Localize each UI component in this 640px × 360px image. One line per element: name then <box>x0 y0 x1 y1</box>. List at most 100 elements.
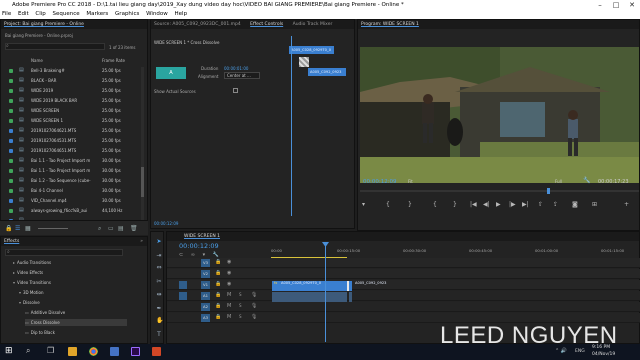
pen-tool-icon[interactable]: ✒ <box>156 306 162 312</box>
step-back-icon[interactable]: ◀| <box>483 201 490 208</box>
track-label[interactable]: A2 <box>201 303 210 311</box>
premiere-taskbar-icon[interactable] <box>131 347 140 356</box>
track-lock-icon[interactable]: 🔒 <box>215 314 221 320</box>
eye-icon[interactable]: ◉ <box>227 270 231 276</box>
list-item[interactable]: ▤ 20191027064651.MTS 25.00 fps <box>1 147 141 155</box>
track-lock-icon[interactable]: 🔒 <box>215 292 221 298</box>
solo-button[interactable]: S <box>239 303 242 308</box>
timeline-ruler[interactable]: 00:00 00:00:15:00 00:00:30:00 00:00:45:00 00… <box>271 248 639 256</box>
language-indicator[interactable]: ENG <box>575 349 585 354</box>
powerpoint-icon[interactable] <box>152 347 161 356</box>
menu-file[interactable]: File <box>2 11 11 17</box>
list-item[interactable]: ▤ WIDE 2019 BLACK BAR 25.00 fps <box>1 97 141 105</box>
list-item[interactable]: ▤ 20191027064621.MTS 25.00 fps <box>1 127 141 135</box>
list-item[interactable]: ▤ Bai 1.1 - Tao Project Import m 30.00 fps <box>1 167 141 175</box>
track-label[interactable]: V1 <box>201 281 210 289</box>
track-lock-icon[interactable]: 🔒 <box>215 270 221 276</box>
clip-v1-a[interactable]: fx A005_C028_0929T0_0 <box>272 281 347 291</box>
icon-view-icon[interactable]: ▦ <box>25 225 31 232</box>
mark-out-icon[interactable]: } <box>408 201 412 208</box>
clip-a-bar[interactable]: A005_C028_0929T0_0 <box>289 46 334 54</box>
button-editor-icon[interactable]: ⊞ <box>592 201 597 208</box>
transition-bar[interactable] <box>299 57 309 67</box>
show-actual-sources-checkbox[interactable] <box>233 88 238 93</box>
track-label[interactable]: A3 <box>201 314 210 322</box>
step-forward-icon[interactable]: |▶ <box>509 201 516 208</box>
list-item[interactable]: ▤ Bai 1.1 - Tao Project Import m 30.00 fps <box>1 157 141 165</box>
menu-clip[interactable]: Clip <box>35 11 45 17</box>
list-item[interactable]: ▤ BLACK - BAR 25.00 fps <box>1 77 141 85</box>
effects-tree-item[interactable]: ▸ Audio Transitions <box>13 259 51 266</box>
go-to-out-icon[interactable]: ▶| <box>522 201 529 208</box>
in-point-icon[interactable]: { <box>433 201 437 208</box>
menu-markers[interactable]: Markers <box>86 11 108 17</box>
effects-tree-item[interactable]: ▾ Video Transitions <box>13 279 51 286</box>
tab-sequence[interactable]: WIDE SCREEN 1 <box>184 234 220 239</box>
extract-icon[interactable]: ⇪ <box>553 201 558 208</box>
task-view-icon[interactable]: ❐ <box>47 346 54 355</box>
timeline-timecode[interactable]: 00:00:12:09 <box>179 242 219 250</box>
quality-select[interactable]: Full <box>555 178 575 185</box>
slip-tool-icon[interactable]: ⇹ <box>156 292 162 298</box>
add-icon[interactable]: + <box>624 201 629 208</box>
ec-playhead[interactable] <box>291 36 292 216</box>
track-label[interactable]: A1 <box>201 292 210 300</box>
source-patch[interactable] <box>179 303 187 311</box>
play-icon[interactable]: ▶ <box>496 201 501 208</box>
mic-icon[interactable]: 🎙 <box>251 314 257 320</box>
lift-icon[interactable]: ⇧ <box>538 201 543 208</box>
tab-project[interactable]: Project: Bai giang Premiere - Online <box>4 22 84 27</box>
effects-search-input[interactable] <box>5 249 123 256</box>
menu-graphics[interactable]: Graphics <box>115 11 139 17</box>
menu-edit[interactable]: Edit <box>18 11 29 17</box>
project-search-input[interactable] <box>5 43 105 50</box>
tray-icons[interactable]: ⌃ 🔊 <box>555 348 567 354</box>
tab-audio-mixer[interactable]: Audio Track Mixer <box>293 22 333 27</box>
mic-icon[interactable]: 🎙 <box>251 292 257 298</box>
mute-button[interactable]: M <box>227 314 231 320</box>
razor-tool-icon[interactable]: ✂ <box>156 279 162 285</box>
find-icon[interactable]: ⌕ <box>98 225 101 232</box>
new-item-icon[interactable]: ▤ <box>118 225 124 232</box>
track-label[interactable]: V2 <box>201 270 210 278</box>
source-patch[interactable] <box>179 281 187 289</box>
eye-icon[interactable]: ◉ <box>227 259 231 265</box>
menu-sequence[interactable]: Sequence <box>53 11 80 17</box>
task-search-icon[interactable]: ⌕ <box>26 346 30 356</box>
fit-select[interactable]: Fit <box>408 178 428 185</box>
track-lock-icon[interactable]: 🔒 <box>215 281 221 287</box>
selection-tool-icon[interactable]: ➤ <box>156 239 162 245</box>
type-tool-icon[interactable]: T <box>156 332 162 338</box>
audio-clip-a1-a[interactable] <box>272 292 347 302</box>
column-name[interactable]: Name <box>31 58 43 63</box>
trash-icon[interactable]: 🗑 <box>130 225 138 232</box>
list-item[interactable]: ▤ Bell-3 Brakeing# 25.00 fps <box>1 67 141 75</box>
list-item[interactable]: ▤ WIDE SCREEN 25.00 fps <box>1 107 141 115</box>
mute-button[interactable]: M <box>227 303 231 309</box>
list-item[interactable]: ▤ Bai 1.2 - Tao Sequence (cube- 30.00 fps <box>1 177 141 185</box>
program-timecode[interactable]: 00:00:12:09 <box>363 179 397 185</box>
effects-tree-item[interactable]: ▭ Additive Dissolve <box>25 309 65 316</box>
settings-icon[interactable]: 🔧 <box>583 177 590 184</box>
ripple-edit-icon[interactable]: ⇔ <box>156 265 162 271</box>
effects-tree-item[interactable]: ▭ Cross Dissolve <box>25 319 127 326</box>
clock-date[interactable]: 04/Nov/19 <box>592 352 615 357</box>
track-lock-icon[interactable]: 🔒 <box>215 259 221 265</box>
list-item[interactable]: ▤ VID_Channel.mp4 30.00 fps <box>1 197 141 205</box>
playhead-handle[interactable] <box>322 242 329 247</box>
list-view-icon[interactable]: ☰ <box>15 225 20 232</box>
mark-in-icon[interactable]: { <box>386 201 390 208</box>
track-lock-icon[interactable]: 🔒 <box>215 303 221 309</box>
transition-preview[interactable]: A <box>156 67 186 79</box>
maximize-button[interactable]: □ <box>608 0 624 10</box>
menu-help[interactable]: Help <box>175 11 188 17</box>
new-bin-icon[interactable]: ▭ <box>108 225 114 232</box>
lock-icon[interactable]: 🔒 <box>5 225 12 232</box>
alignment-select[interactable]: Center at ... <box>224 72 260 79</box>
clip-v1-b[interactable]: A005_C092_0923 <box>349 281 386 291</box>
duration-value[interactable]: 00:00:01:00 <box>224 66 248 71</box>
mute-button[interactable]: M <box>227 292 231 298</box>
mic-icon[interactable]: 🎙 <box>251 303 257 309</box>
go-to-in-icon[interactable]: |◀ <box>470 201 477 208</box>
audio-clip-a1-b[interactable] <box>349 292 352 302</box>
